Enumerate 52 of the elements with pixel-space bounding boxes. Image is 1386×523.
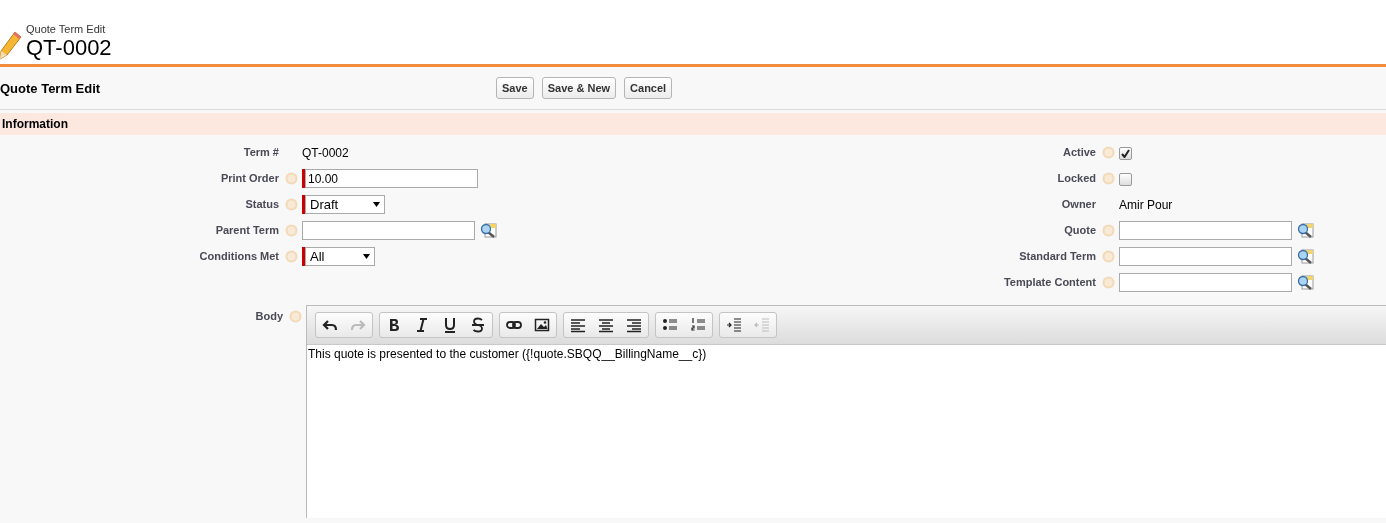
checkbox[interactable]: [1119, 173, 1132, 186]
input-field[interactable]: [1119, 247, 1292, 266]
field-label: Conditions Met: [199, 250, 279, 262]
field-label: Term #: [243, 146, 279, 158]
strikethrough-icon: [470, 317, 486, 333]
lookup-icon[interactable]: [1297, 248, 1315, 265]
page-subtitle: Quote Term Edit: [26, 23, 107, 36]
section-title: Quote Term Edit: [0, 80, 102, 96]
italic-icon: [414, 317, 430, 333]
lookup-icon[interactable]: [1297, 222, 1315, 239]
undo-icon: [322, 317, 338, 333]
action-button[interactable]: Save: [496, 77, 534, 99]
select-field[interactable]: All: [305, 247, 375, 266]
action-button[interactable]: Save & New: [541, 77, 617, 99]
section-header: Information: [0, 113, 1386, 135]
rich-text-editor[interactable]: This quote is presented to the customer ({!quote.SBQQ__BillingName__c}): [306, 305, 1386, 518]
select-field[interactable]: Draft: [305, 195, 385, 214]
align-right-icon: [626, 317, 642, 333]
caret-icon: [363, 254, 370, 259]
field-label: Locked: [1057, 172, 1096, 184]
field-label: Active: [1062, 146, 1096, 158]
indent-icon: [726, 317, 742, 333]
image-icon: [534, 317, 550, 333]
field-label: Owner: [1061, 198, 1096, 210]
pencil-icon: [0, 30, 22, 60]
bullet-list-icon: [662, 317, 678, 333]
input-field[interactable]: [1119, 221, 1292, 240]
underline-icon: [442, 317, 458, 333]
field-label: Parent Term: [215, 224, 279, 236]
checkbox[interactable]: [1119, 147, 1132, 160]
field-label: Quote: [1064, 224, 1096, 236]
lookup-icon[interactable]: [1297, 274, 1315, 291]
action-button[interactable]: Cancel: [624, 77, 673, 99]
field-label: Standard Term: [1019, 250, 1096, 262]
align-center-icon: [598, 317, 614, 333]
outdent-icon: [754, 317, 770, 333]
field-label: Body: [255, 310, 283, 322]
field-label: Status: [245, 198, 279, 210]
field-label: Print Order: [220, 172, 279, 184]
page-title: QT-0002: [26, 36, 112, 60]
lookup-icon[interactable]: [480, 222, 498, 239]
field-value: Amir Pour: [1119, 197, 1173, 212]
align-left-icon: [570, 317, 586, 333]
field-value: QT-0002: [302, 145, 349, 160]
field-label: Template Content: [1003, 276, 1096, 288]
numbered-list-icon: [690, 317, 706, 333]
input-field[interactable]: [302, 221, 475, 240]
redo-icon: [350, 317, 366, 333]
input-field[interactable]: 10.00: [305, 169, 478, 188]
input-field[interactable]: [1119, 273, 1292, 292]
editor-text: This quote is presented to the customer ({!quote.SBQQ__BillingName__c}): [307, 346, 708, 363]
caret-icon: [373, 202, 380, 207]
